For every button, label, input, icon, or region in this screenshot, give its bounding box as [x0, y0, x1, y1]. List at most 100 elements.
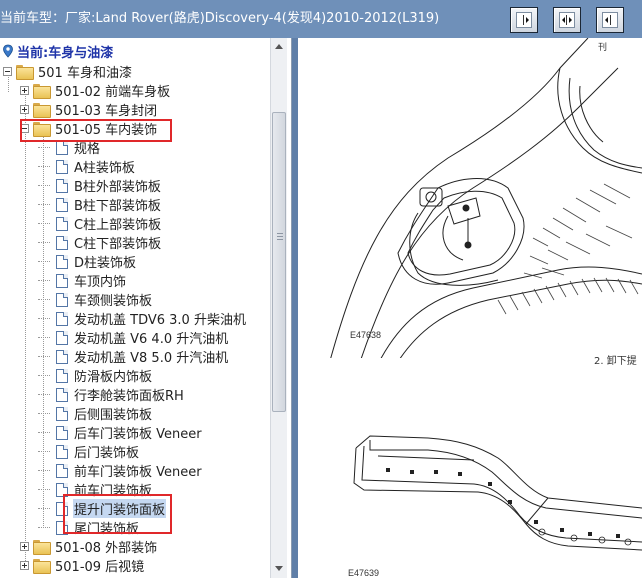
tree-folder-item[interactable]: 501-03 车身封闭	[20, 100, 158, 119]
tree-root[interactable]: 当前:车身与油漆	[2, 43, 113, 61]
tree-item-label: 行李舱装饰面板RH	[74, 389, 184, 404]
tree-folder-item[interactable]: 501-09 后视镜	[20, 556, 145, 575]
tree-connector	[38, 451, 50, 452]
tree-doc-item[interactable]: 行李舱装饰面板RH	[38, 385, 185, 404]
document-icon	[56, 292, 68, 307]
expand-plus-icon[interactable]	[20, 542, 29, 551]
tree-scrollbar[interactable]	[270, 38, 287, 578]
tree-doc-item[interactable]: 发动机盖 V6 4.0 升汽油机	[38, 328, 229, 347]
navigation-tree: 当前:车身与油漆 501 车身和油漆 501-02 前端车身板 501-03 车身封…	[0, 38, 292, 578]
tree-connector	[38, 470, 50, 471]
tree-doc-item[interactable]: 防滑板内饰板	[38, 366, 153, 385]
document-icon	[56, 387, 68, 402]
tree-connector	[38, 166, 50, 167]
scroll-up-arrow[interactable]	[271, 38, 287, 54]
scroll-down-arrow[interactable]	[271, 560, 287, 576]
expand-plus-icon[interactable]	[20, 86, 29, 95]
tree-doc-item[interactable]: 后侧围装饰板	[38, 404, 153, 423]
highlight-box-category	[20, 119, 172, 142]
tree-item-label: A柱装饰板	[74, 161, 135, 176]
highlight-box-items	[63, 494, 172, 534]
tree-doc-item[interactable]: 后车门装饰板 Veneer	[38, 423, 203, 442]
tree-doc-item[interactable]: C柱下部装饰板	[38, 233, 162, 252]
tree-connector	[38, 394, 50, 395]
tree-doc-item[interactable]: 车颈侧装饰板	[38, 290, 153, 309]
tree-folder-item[interactable]: 501 车身和油漆	[3, 62, 133, 81]
document-icon	[56, 216, 68, 231]
thumb-grip	[277, 233, 283, 234]
expand-left-button[interactable]	[510, 7, 538, 33]
document-icon	[56, 178, 68, 193]
tree-folder-item[interactable]: 501-08 外部装饰	[20, 537, 158, 556]
tree-item-label: 防滑板内饰板	[74, 370, 153, 385]
tree-doc-item[interactable]: 发动机盖 V8 5.0 升汽油机	[38, 347, 229, 366]
document-icon	[56, 140, 68, 155]
figure-id-2: E47639	[348, 568, 380, 578]
app-window: 当前车型：厂家:Land Rover(路虎)Discovery-4(发现4)20…	[0, 0, 642, 578]
tree-connector	[38, 261, 50, 262]
document-viewer: E47638 刊 2. 卸下提 E47639	[298, 38, 642, 578]
tree-connector	[38, 375, 50, 376]
folder-icon	[33, 103, 51, 118]
tree-connector	[38, 413, 50, 414]
tree-doc-item[interactable]: A柱装饰板	[38, 157, 136, 176]
tree-connector	[38, 337, 50, 338]
tree-item-label: 后门装饰板	[74, 446, 140, 461]
tree-doc-item[interactable]: C柱上部装饰板	[38, 214, 162, 233]
tree-connector	[38, 223, 50, 224]
tree-doc-item[interactable]: 后门装饰板	[38, 442, 140, 461]
tree-doc-item[interactable]: B柱外部装饰板	[38, 176, 162, 195]
tree-item-label: 501-08 外部装饰	[55, 541, 158, 556]
tree-connector	[38, 147, 50, 148]
scroll-thumb[interactable]	[272, 112, 286, 412]
tree-folder-item[interactable]: 501-02 前端车身板	[20, 81, 171, 100]
tree-item-label: 发动机盖 TDV6 3.0 升柴油机	[74, 313, 246, 328]
tree-connector	[25, 92, 26, 567]
step-instruction: 2. 卸下提	[594, 356, 637, 367]
document-icon	[56, 349, 68, 364]
tree-item-label: 501 车身和油漆	[38, 66, 132, 81]
document-icon	[56, 444, 68, 459]
tree-doc-item[interactable]: 发动机盖 TDV6 3.0 升柴油机	[38, 309, 247, 328]
header-bar: 当前车型：厂家:Land Rover(路虎)Discovery-4(发现4)20…	[0, 0, 642, 38]
tree-item-label: B柱外部装饰板	[74, 180, 161, 195]
document-icon	[56, 159, 68, 174]
tree-connector	[38, 280, 50, 281]
document-icon	[56, 197, 68, 212]
tree-connector	[38, 204, 50, 205]
tree-item-label: B柱下部装饰板	[74, 199, 161, 214]
tree-connector	[38, 432, 50, 433]
tree-doc-item[interactable]: D柱装饰板	[38, 252, 137, 271]
folder-icon	[33, 84, 51, 99]
tree-item-label: 车顶内饰	[74, 275, 127, 290]
tree-connector	[38, 242, 50, 243]
location-pin-icon	[3, 44, 13, 58]
tree-doc-item[interactable]: 前车门装饰板 Veneer	[38, 461, 203, 480]
document-icon	[56, 368, 68, 383]
tree-connector	[38, 356, 50, 357]
expand-plus-icon[interactable]	[20, 561, 29, 570]
collapse-minus-icon[interactable]	[3, 67, 12, 76]
folder-icon	[33, 559, 51, 574]
expand-right-button[interactable]	[596, 7, 624, 33]
tree-connector	[38, 318, 50, 319]
tree-item-label: C柱下部装饰板	[74, 237, 162, 252]
expand-left-icon	[516, 12, 532, 28]
expand-right-icon	[602, 12, 618, 28]
tree-connector	[38, 299, 50, 300]
expand-plus-icon[interactable]	[20, 105, 29, 114]
tree-item-label: D柱装饰板	[74, 256, 137, 271]
thumb-grip	[277, 239, 283, 240]
thumb-grip	[277, 236, 283, 237]
tree-item-label: 后侧围装饰板	[74, 408, 153, 423]
tree-doc-item[interactable]: B柱下部装饰板	[38, 195, 162, 214]
document-icon	[56, 273, 68, 288]
tree-item-label: 前车门装饰板 Veneer	[74, 465, 202, 480]
tree-doc-item[interactable]: 车顶内饰	[38, 271, 127, 290]
chevron-up-icon	[275, 43, 283, 49]
document-icon	[56, 311, 68, 326]
split-view-button[interactable]	[553, 7, 581, 33]
figure-liftgate-interior	[330, 38, 642, 358]
folder-icon	[33, 540, 51, 555]
tree-item-label: 车颈侧装饰板	[74, 294, 153, 309]
